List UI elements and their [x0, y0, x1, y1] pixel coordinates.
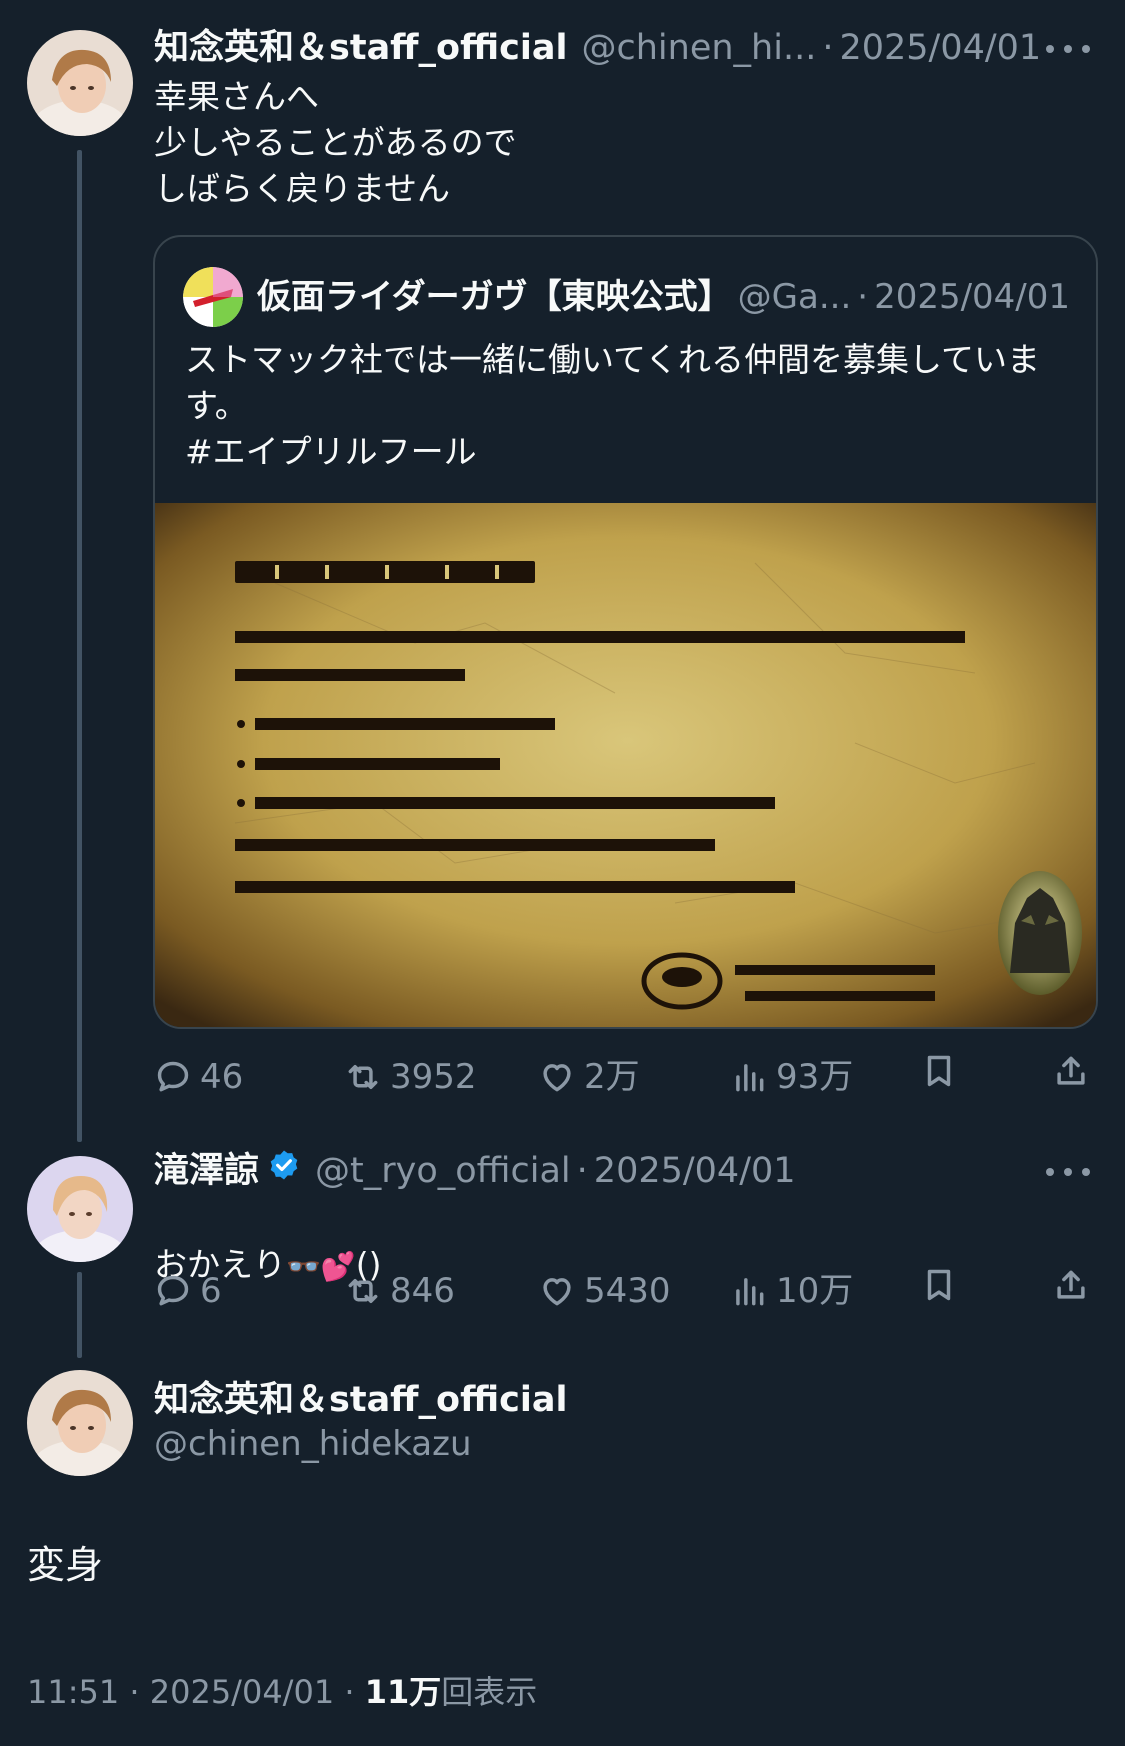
reply-icon: [157, 1061, 189, 1092]
reply-count: 6: [200, 1271, 222, 1311]
retweet-icon: [348, 1278, 378, 1304]
like-icon: [543, 1278, 571, 1306]
bookmark-icon: [927, 1269, 951, 1301]
quote-date: 2025/04/01: [874, 277, 1071, 317]
separator-dot: ·: [576, 1151, 588, 1191]
share-icon: [1057, 1270, 1085, 1299]
like-button[interactable]: 2万: [538, 1052, 640, 1102]
quote-author-name: 仮面ライダーガヴ【東映公式】: [257, 277, 732, 317]
more-icon[interactable]: [1046, 1150, 1090, 1194]
views-count: 10万: [776, 1271, 854, 1311]
views-button[interactable]: 10万: [730, 1266, 853, 1316]
bookmark-button[interactable]: [920, 1266, 966, 1304]
reply-button[interactable]: 6: [154, 1266, 222, 1316]
main-author-name[interactable]: 知念英和＆staff_official: [154, 1378, 567, 1422]
separator-dot: ·: [822, 28, 834, 68]
retweet-button[interactable]: 846: [344, 1266, 455, 1316]
verified-badge-icon: [270, 1150, 298, 1180]
main-tweet-text: 変身: [27, 1543, 104, 1587]
like-count: 5430: [584, 1271, 671, 1311]
retweet-button[interactable]: 3952: [344, 1052, 477, 1102]
views-count: 93万: [776, 1057, 854, 1097]
author-name[interactable]: 滝澤諒: [154, 1149, 259, 1193]
share-icon: [1057, 1056, 1085, 1085]
separator-dot: ·: [857, 277, 869, 317]
bookmark-icon: [927, 1055, 951, 1087]
quote-header: 仮面ライダーガヴ【東映公式】 @Ga... · 2025/04/01: [183, 267, 1070, 327]
like-count: 2万: [584, 1057, 640, 1097]
main-author-handle[interactable]: @chinen_hidekazu: [154, 1422, 472, 1466]
view-count: 11万: [364, 1673, 442, 1711]
quote-author-handle: @Ga...: [737, 277, 852, 317]
quote-image[interactable]: [155, 503, 1096, 1027]
retweet-icon: [348, 1064, 378, 1090]
tweet-date[interactable]: 2025/04/01: [594, 1149, 796, 1193]
tweet-date[interactable]: 2025/04/01: [150, 1673, 334, 1711]
avatar[interactable]: [27, 30, 133, 136]
tweet-time[interactable]: 11:51: [27, 1673, 119, 1711]
reply-button[interactable]: 46: [154, 1052, 243, 1102]
share-button[interactable]: [1052, 1266, 1098, 1304]
views-button[interactable]: 93万: [730, 1052, 853, 1102]
avatar[interactable]: [27, 1370, 133, 1476]
quoted-tweet[interactable]: 仮面ライダーガヴ【東映公式】 @Ga... · 2025/04/01 ストマック…: [153, 235, 1098, 1029]
author-handle[interactable]: @t_ryo_official: [315, 1149, 571, 1193]
tweet-meta: 11:51 · 2025/04/01 · 11万回表示: [27, 1670, 537, 1714]
quote-text: ストマック社では一緒に働いてくれる仲間を募集していま す。 #エイプリルフール: [185, 340, 1041, 471]
views-icon: [736, 1064, 764, 1092]
share-button[interactable]: [1052, 1052, 1098, 1090]
quote-avatar: [183, 267, 243, 327]
like-icon: [543, 1064, 571, 1092]
tweet-text: 幸果さんへ 少しやることがあるので しばらく戻りません: [154, 77, 517, 208]
thread-view: 知念英和＆staff_official @chinen_hi... · 2025…: [0, 0, 1125, 1746]
author-handle[interactable]: @chinen_hi...: [581, 26, 816, 70]
thread-line: [77, 1272, 82, 1358]
bookmark-button[interactable]: [920, 1052, 966, 1090]
tweet-actions: 6 846 5430 10万: [154, 1266, 1098, 1316]
retweet-count: 846: [390, 1271, 455, 1311]
retweet-count: 3952: [390, 1057, 477, 1097]
view-label: 回表示: [441, 1673, 538, 1711]
avatar[interactable]: [27, 1156, 133, 1262]
separator-dot: ·: [344, 1673, 365, 1711]
views-icon: [736, 1278, 764, 1306]
tweet-actions: 46 3952 2万 93万: [154, 1052, 1098, 1102]
reply-icon: [157, 1275, 189, 1306]
like-button[interactable]: 5430: [538, 1266, 671, 1316]
more-icon[interactable]: [1046, 27, 1090, 71]
tweet-header: 知念英和＆staff_official @chinen_hi... · 2025…: [154, 26, 1041, 70]
author-name[interactable]: 知念英和＆staff_official: [154, 26, 567, 70]
thread-line: [77, 150, 82, 1142]
tweet-date[interactable]: 2025/04/01: [839, 26, 1041, 70]
reply-count: 46: [200, 1057, 244, 1097]
tweet-header: 滝澤諒 @t_ryo_official · 2025/04/01: [154, 1148, 796, 1193]
separator-dot: ·: [129, 1673, 150, 1711]
